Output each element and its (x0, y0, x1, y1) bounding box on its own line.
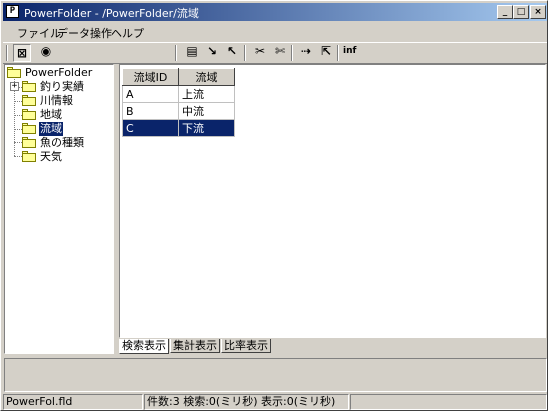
maximize-button[interactable]: □ (513, 5, 529, 19)
table-header-row: 流域ID 流域 (122, 68, 235, 86)
menu-file[interactable]: ファイル (17, 25, 61, 41)
import-icon[interactable]: ⇢ (297, 44, 315, 62)
folder-icon (22, 123, 36, 134)
tree-root-label: PowerFolder (25, 66, 93, 79)
table-cell[interactable]: 下流 (178, 119, 235, 137)
toolbar-separator (6, 45, 8, 61)
export-icon[interactable]: ⇱ (317, 44, 335, 62)
toolbar-separator (291, 45, 293, 61)
data-table: 流域ID 流域 A 上流 B 中流 C 下流 (122, 68, 235, 137)
table-row[interactable]: A 上流 (122, 85, 235, 103)
close-button[interactable]: × (530, 5, 546, 19)
menu-data-operations[interactable]: データ操作 (57, 25, 112, 41)
eye-icon[interactable]: ◉ (37, 44, 55, 62)
data-grid[interactable]: 流域ID 流域 A 上流 B 中流 C 下流 (119, 64, 546, 338)
tree-line (14, 142, 22, 143)
status-bar: PowerFol.fld 件数:3 検索:0(ミリ秒) 表示:0(ミリ秒) (3, 394, 547, 410)
app-window: P PowerFolder - /PowerFolder/流域 _ □ × ファ… (0, 0, 548, 411)
expand-toggle-icon[interactable]: + (10, 82, 19, 91)
status-empty (350, 394, 547, 410)
table-row[interactable]: B 中流 (122, 102, 235, 120)
paste-icon[interactable]: ✄ (271, 44, 289, 62)
tree-item-label: 釣り実績 (40, 80, 84, 93)
tree-line (14, 115, 22, 116)
app-icon[interactable]: P (6, 5, 19, 18)
tree-item-label: 流域 (39, 122, 63, 136)
toolbar-separator (244, 45, 246, 61)
chart-view-icon[interactable]: ⊠ (13, 44, 31, 62)
tree-line (14, 101, 22, 102)
tree-item-label: 川情報 (40, 94, 73, 107)
toolbar: ⊠ ◉ ▤ ↘ ↖ ✂ ✄ ⇢ ⇱ inf (3, 42, 547, 64)
tree-line (14, 129, 22, 130)
status-info: 件数:3 検索:0(ミリ秒) 表示:0(ミリ秒) (144, 394, 349, 410)
tree-item-label: 魚の種類 (40, 136, 84, 149)
table-cell[interactable]: 上流 (178, 85, 235, 103)
copy-icon[interactable]: ▤ (183, 44, 201, 62)
title-bar[interactable]: P PowerFolder - /PowerFolder/流域 _ □ × (3, 3, 547, 21)
folder-icon (22, 151, 36, 162)
table-cell[interactable]: 中流 (178, 102, 235, 120)
table-cell[interactable]: B (122, 102, 179, 120)
tree-item-label: 天気 (40, 150, 62, 163)
column-header[interactable]: 流域 (178, 68, 235, 86)
folder-icon (22, 81, 36, 92)
info-icon[interactable]: inf (343, 46, 356, 56)
minimize-button[interactable]: _ (497, 5, 513, 19)
menu-help[interactable]: ヘルプ (111, 25, 144, 41)
splitter-handle[interactable] (114, 64, 118, 354)
tree-line (14, 156, 22, 157)
table-row-selected[interactable]: C 下流 (122, 119, 235, 137)
table-cell[interactable]: A (122, 85, 179, 103)
tree-item-label: 地域 (40, 108, 62, 121)
eraser-icon[interactable]: ↖ (223, 44, 241, 62)
cut-icon[interactable]: ✂ (251, 44, 269, 62)
toolbar-separator (337, 45, 339, 61)
toolbar-separator (175, 45, 177, 61)
column-header[interactable]: 流域ID (122, 68, 179, 86)
pen-icon[interactable]: ↘ (203, 44, 221, 62)
status-file: PowerFol.fld (3, 394, 143, 410)
tab-summary-view[interactable]: 集計表示 (170, 339, 220, 353)
folder-icon (7, 67, 21, 78)
folder-icon (22, 109, 36, 120)
folder-tree[interactable]: PowerFolder + 釣り実績 川情報 地域 流域 魚の種類 天気 (4, 64, 114, 354)
folder-icon (22, 137, 36, 148)
tab-search-view[interactable]: 検索表示 (119, 339, 169, 354)
tab-ratio-view[interactable]: 比率表示 (221, 339, 271, 353)
folder-icon (22, 95, 36, 106)
table-cell[interactable]: C (122, 119, 179, 137)
menu-bar: ファイル データ操作 ヘルプ (3, 23, 547, 41)
lower-panel (4, 358, 547, 392)
window-title: PowerFolder - /PowerFolder/流域 (24, 7, 199, 20)
